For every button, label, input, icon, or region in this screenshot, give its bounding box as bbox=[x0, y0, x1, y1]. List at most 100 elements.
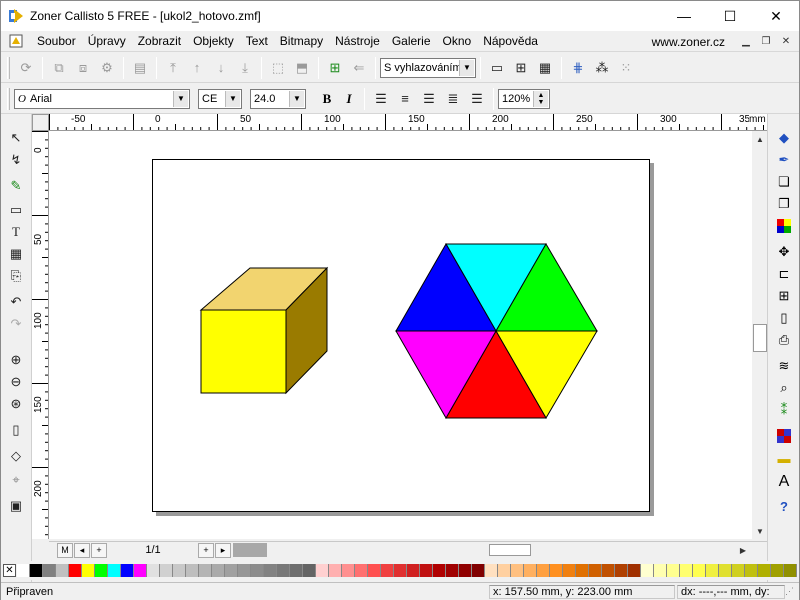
color-swatch[interactable] bbox=[342, 564, 355, 577]
vertical-scroll-thumb[interactable] bbox=[753, 324, 767, 352]
chevron-down-icon[interactable]: ▼ bbox=[289, 90, 304, 107]
font-select[interactable]: O Arial ▼ bbox=[14, 88, 190, 109]
move-bottom-icon[interactable]: ⤓ bbox=[234, 57, 256, 79]
help-icon[interactable]: ? bbox=[774, 496, 794, 516]
add-page-after-button[interactable]: + bbox=[198, 542, 214, 558]
pointer-tool-icon[interactable]: ↖ bbox=[6, 128, 26, 148]
color-swatch[interactable] bbox=[771, 564, 784, 577]
color-swatch[interactable] bbox=[602, 564, 615, 577]
color-swatch[interactable] bbox=[511, 564, 524, 577]
ungroup-icon[interactable]: ⧈ bbox=[72, 57, 94, 79]
vertical-ruler[interactable]: 0 50 100 150 200 bbox=[32, 131, 49, 539]
color-swatch[interactable] bbox=[459, 564, 472, 577]
move-up-icon[interactable]: ↑ bbox=[186, 57, 208, 79]
vertical-scrollbar[interactable]: ▲ ▼ bbox=[752, 131, 768, 539]
align-objects-icon[interactable]: ⊏ bbox=[774, 264, 794, 284]
zoom-fit-icon[interactable]: ⊛ bbox=[6, 394, 26, 414]
move-down-icon[interactable]: ↓ bbox=[210, 57, 232, 79]
color-swatch[interactable] bbox=[160, 564, 173, 577]
color-swatch[interactable] bbox=[17, 564, 30, 577]
find-icon[interactable]: ⌕ bbox=[774, 378, 794, 398]
redo-icon[interactable]: ↷ bbox=[6, 314, 26, 334]
page-icon[interactable]: ▯ bbox=[6, 420, 26, 440]
zoom-out-icon[interactable]: ⊖ bbox=[6, 372, 26, 392]
size-icon[interactable]: ▯ bbox=[774, 308, 794, 328]
color-swatch[interactable] bbox=[30, 564, 43, 577]
color-swatch[interactable] bbox=[303, 564, 316, 577]
maximize-button[interactable]: ☐ bbox=[707, 1, 753, 31]
color-swatch[interactable] bbox=[56, 564, 69, 577]
no-color-swatch[interactable]: ✕ bbox=[3, 564, 16, 577]
mdi-close-icon[interactable]: ✕ bbox=[779, 35, 793, 49]
document-icon[interactable] bbox=[9, 34, 23, 48]
color-swatch[interactable] bbox=[225, 564, 238, 577]
italic-button[interactable]: I bbox=[338, 88, 360, 110]
color-swatch[interactable] bbox=[368, 564, 381, 577]
table-tool-icon[interactable]: ▦ bbox=[6, 244, 26, 264]
color-swatch[interactable] bbox=[329, 564, 342, 577]
horizontal-scroll-left-thumb[interactable] bbox=[233, 543, 267, 557]
align-full-icon[interactable]: ☰ bbox=[466, 88, 488, 110]
horizontal-ruler[interactable]: -50 0 50 100 150 200 250 300 35 mm bbox=[49, 114, 767, 131]
color-swatch[interactable] bbox=[407, 564, 420, 577]
lock-icon[interactable]: ⚙ bbox=[96, 57, 118, 79]
color-swatch[interactable] bbox=[589, 564, 602, 577]
color-swatch[interactable] bbox=[290, 564, 303, 577]
color-swatch[interactable] bbox=[316, 564, 329, 577]
group-icon[interactable]: ⧉ bbox=[48, 57, 70, 79]
color-swatch[interactable] bbox=[680, 564, 693, 577]
color-swatch[interactable] bbox=[563, 564, 576, 577]
color-swatch[interactable] bbox=[472, 564, 485, 577]
color-swatch[interactable] bbox=[433, 564, 446, 577]
color-swatch[interactable] bbox=[186, 564, 199, 577]
color-swatch[interactable] bbox=[498, 564, 511, 577]
color-swatch[interactable] bbox=[628, 564, 641, 577]
color-swatch[interactable] bbox=[82, 564, 95, 577]
resize-grip-icon[interactable]: ⋰ bbox=[785, 586, 797, 598]
color-swatch[interactable] bbox=[667, 564, 680, 577]
arrow-left-icon[interactable]: ⇐ bbox=[348, 57, 370, 79]
color-swatch[interactable] bbox=[784, 564, 797, 577]
color-swatch[interactable] bbox=[745, 564, 758, 577]
monitor-icon[interactable]: ▭ bbox=[486, 57, 508, 79]
color-swatch[interactable] bbox=[173, 564, 186, 577]
horizontal-scroll-thumb[interactable] bbox=[489, 544, 531, 556]
mdi-restore-icon[interactable]: ❐ bbox=[759, 35, 773, 49]
font-size-select[interactable]: 24.0 ▼ bbox=[250, 88, 306, 109]
numbering-icon[interactable]: ⁑ bbox=[774, 400, 794, 420]
bezier-tool-icon[interactable]: ✎ bbox=[6, 176, 26, 196]
scroll-down-icon[interactable]: ▼ bbox=[752, 523, 768, 539]
color-swatch[interactable] bbox=[69, 564, 82, 577]
print-icon[interactable]: ⎙ bbox=[774, 330, 794, 350]
distribute-icon[interactable]: ⊞ bbox=[774, 286, 794, 306]
align-right-icon[interactable]: ☰ bbox=[418, 88, 440, 110]
color-swatch[interactable] bbox=[719, 564, 732, 577]
ruler-corner[interactable] bbox=[32, 114, 49, 131]
color-swatch[interactable] bbox=[576, 564, 589, 577]
pen-icon[interactable]: ✒ bbox=[774, 150, 794, 170]
align-center-icon[interactable]: ≡ bbox=[394, 88, 416, 110]
first-page-button[interactable]: M bbox=[57, 542, 73, 558]
undo-icon[interactable]: ↶ bbox=[6, 292, 26, 312]
text-style-icon[interactable]: A bbox=[774, 472, 794, 492]
color-swatch[interactable] bbox=[199, 564, 212, 577]
color-palette-icon[interactable] bbox=[774, 216, 794, 236]
chevron-down-icon[interactable]: ▼ bbox=[225, 90, 240, 107]
color-swatch[interactable] bbox=[95, 564, 108, 577]
layers-panel-icon[interactable]: ≋ bbox=[774, 356, 794, 376]
menu-text[interactable]: Text bbox=[240, 34, 274, 48]
break-apart-icon[interactable]: ⬒ bbox=[291, 57, 313, 79]
color-swatch[interactable] bbox=[121, 564, 134, 577]
node-edit-tool-icon[interactable]: ↯ bbox=[6, 150, 26, 170]
color-swatch[interactable] bbox=[615, 564, 628, 577]
window-tool-icon[interactable]: ▣ bbox=[6, 496, 26, 516]
color-swatch[interactable] bbox=[732, 564, 745, 577]
menu-bitmapy[interactable]: Bitmapy bbox=[274, 34, 329, 48]
color-swatch[interactable] bbox=[147, 564, 160, 577]
cube-front-face[interactable] bbox=[200, 309, 287, 394]
horizontal-scrollbar[interactable]: ▶ bbox=[233, 542, 767, 558]
color-swatch[interactable] bbox=[134, 564, 147, 577]
color-swatch[interactable] bbox=[550, 564, 563, 577]
menu-nastroje[interactable]: Nástroje bbox=[329, 34, 386, 48]
table-view-icon[interactable]: ▦ bbox=[534, 57, 556, 79]
